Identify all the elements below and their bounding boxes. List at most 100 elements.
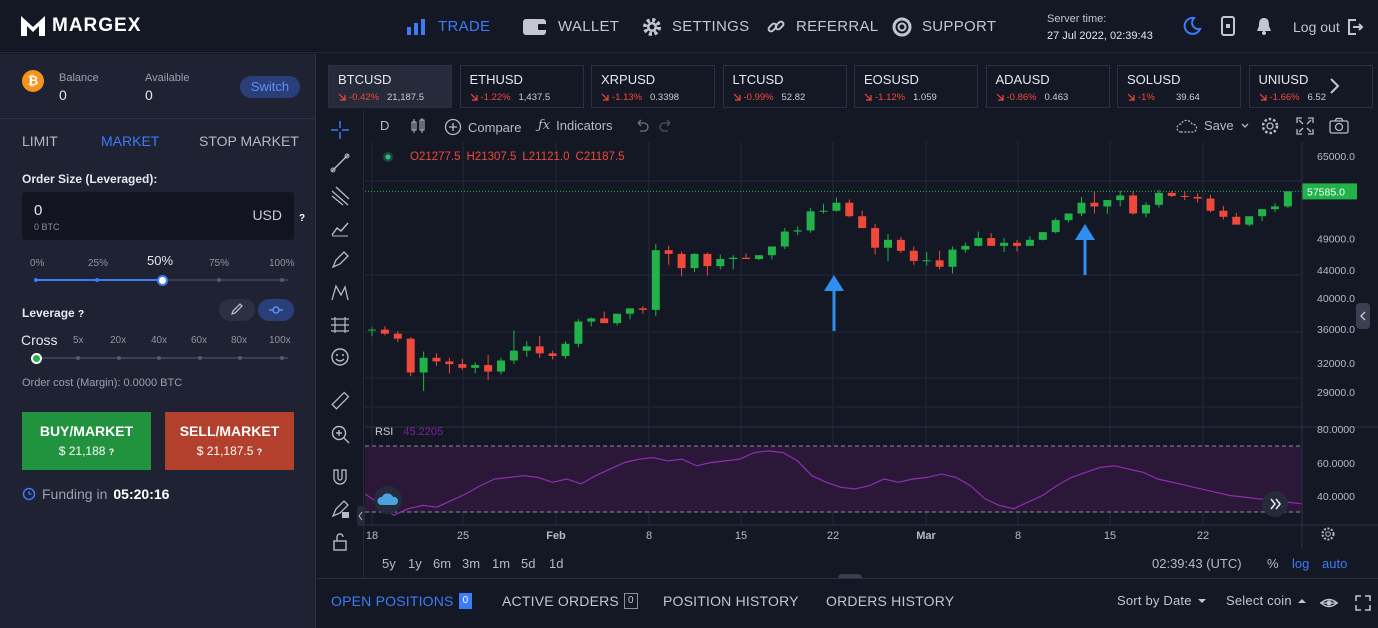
tab-limit[interactable]: LIMIT: [22, 133, 58, 149]
axis-settings-icon[interactable]: [1320, 526, 1336, 542]
undo-icon[interactable]: [634, 119, 650, 133]
settings-icon[interactable]: [1260, 116, 1280, 136]
tradingview-logo[interactable]: [374, 486, 402, 514]
hide-icon[interactable]: [1319, 595, 1339, 611]
trend-line-icon[interactable]: [329, 152, 351, 174]
magnet-icon[interactable]: [329, 466, 351, 488]
leverage-slider-button[interactable]: [258, 299, 294, 321]
moon-icon[interactable]: [1182, 16, 1202, 36]
leverage-tick-80x[interactable]: 80x: [231, 335, 247, 346]
range-6m[interactable]: 6m: [433, 556, 451, 571]
candle-body: [1142, 204, 1150, 214]
nav-referral[interactable]: REFERRAL: [766, 0, 878, 53]
tab-position-history[interactable]: POSITION HISTORY: [663, 593, 799, 609]
leverage-edit-button[interactable]: [219, 299, 255, 321]
range-5y[interactable]: 5y: [382, 556, 396, 571]
margex-logo[interactable]: MARGEX: [20, 14, 141, 38]
select-coin-dropdown[interactable]: Select coin: [1226, 593, 1307, 608]
indicators-button[interactable]: ƒx Indicators: [538, 118, 613, 133]
leverage-tick-5x[interactable]: 5x: [73, 335, 84, 346]
measure-icon[interactable]: [329, 314, 351, 336]
switch-button[interactable]: Switch: [240, 76, 300, 98]
order-size-currency[interactable]: USD: [252, 207, 282, 223]
expand-right-panel-button[interactable]: [1356, 303, 1370, 329]
ticker-solusd[interactable]: SOLUSD -1% 39.64: [1117, 65, 1241, 108]
candle-type-icon[interactable]: [410, 117, 426, 135]
compare-button[interactable]: Compare: [444, 118, 521, 136]
sell-help-icon[interactable]: ?: [257, 447, 263, 457]
range-1y[interactable]: 1y: [408, 556, 422, 571]
auto-toggle[interactable]: auto: [1322, 556, 1347, 571]
leverage-slider-track[interactable]: [36, 357, 288, 359]
pen-icon[interactable]: [329, 249, 351, 271]
lock-draw-icon[interactable]: [329, 498, 351, 520]
order-size-input[interactable]: 0 0 BTC USD: [22, 192, 294, 240]
ticker-symbol: ETHUSD: [469, 72, 523, 87]
nav-settings[interactable]: SETTINGS: [642, 0, 749, 53]
crosshair-icon[interactable]: [329, 119, 351, 141]
leverage-slider-handle[interactable]: [31, 353, 42, 364]
ticker-change: -0.99%: [733, 92, 774, 103]
bitcoin-icon[interactable]: ₿: [22, 70, 44, 92]
ticker-btcusd[interactable]: BTCUSD -0.42% 21,187.5: [328, 65, 452, 108]
percent-toggle[interactable]: %: [1267, 556, 1279, 571]
leverage-tick-40x[interactable]: 40x: [151, 335, 167, 346]
sell-market-button[interactable]: SELL/MARKET $ 21,187.5 ?: [165, 412, 294, 470]
leverage-tick-100x[interactable]: 100x: [269, 335, 291, 346]
leverage-cross-label[interactable]: Cross: [21, 332, 58, 348]
ticker-ltcusd[interactable]: LTCUSD -0.99% 52.82: [722, 65, 847, 108]
collapse-tools-icon[interactable]: [357, 506, 365, 526]
nav-trade[interactable]: TRADE: [406, 0, 490, 53]
price-chart[interactable]: 65000.0 49000.0 44000.0 40000.0 36000.0 32000…: [365, 142, 1378, 548]
ruler-icon[interactable]: [329, 390, 351, 412]
save-button[interactable]: Save: [1176, 118, 1250, 133]
ticker-uniusd[interactable]: UNIUSD -1.66% 6.52: [1248, 65, 1373, 108]
candle-body: [1180, 195, 1189, 197]
pattern-icon[interactable]: [329, 282, 351, 304]
interval-button[interactable]: D: [380, 118, 389, 133]
size-slider-handle[interactable]: [157, 275, 168, 286]
emoji-icon[interactable]: [329, 346, 351, 368]
leverage-tick-60x[interactable]: 60x: [191, 335, 207, 346]
redo-icon[interactable]: [658, 119, 674, 133]
range-5d[interactable]: 5d: [521, 556, 535, 571]
tab-market[interactable]: MARKET: [101, 133, 159, 149]
chevron-right-icon[interactable]: [1327, 76, 1341, 96]
tab-open-positions[interactable]: OPEN POSITIONS 0: [331, 593, 473, 609]
logout-button[interactable]: Log out: [1293, 18, 1364, 36]
ticker-xrpusd[interactable]: XRPUSD -1.13% 0.3398: [591, 65, 715, 108]
brush-icon[interactable]: [329, 217, 351, 239]
nav-support[interactable]: SUPPORT: [892, 0, 996, 53]
ticker-price: 39.64: [1176, 92, 1200, 103]
order-size-help-icon[interactable]: ?: [299, 213, 305, 224]
sort-dropdown[interactable]: Sort by Date: [1117, 593, 1207, 608]
expand-icon[interactable]: [1354, 594, 1372, 612]
tab-orders-history[interactable]: ORDERS HISTORY: [826, 593, 954, 609]
ticker-adausd[interactable]: ADAUSD -0.86% 0.463: [985, 65, 1110, 108]
buy-help-icon[interactable]: ?: [109, 447, 115, 457]
nav-wallet[interactable]: WALLET: [522, 0, 619, 53]
visibility-dot-icon[interactable]: [382, 151, 394, 163]
range-1m[interactable]: 1m: [492, 556, 510, 571]
camera-icon[interactable]: [1328, 116, 1350, 136]
mobile-icon[interactable]: [1220, 16, 1236, 36]
ticker-ethusd[interactable]: ETHUSD -1.22% 1,437.5: [459, 65, 584, 108]
fullscreen-icon[interactable]: [1295, 116, 1315, 136]
leverage-tick-20x[interactable]: 20x: [110, 335, 126, 346]
tab-active-orders[interactable]: ACTIVE ORDERS 0: [502, 593, 638, 609]
range-3m[interactable]: 3m: [462, 556, 480, 571]
scroll-to-latest-button[interactable]: [1262, 491, 1288, 517]
ticker-eosusd[interactable]: EOSUSD -1.12% 1.059: [854, 65, 978, 108]
range-1d[interactable]: 1d: [549, 556, 563, 571]
pitchfork-icon[interactable]: [329, 185, 351, 207]
time-tick-label: 22: [827, 530, 839, 542]
leverage-help-icon[interactable]: ?: [78, 309, 84, 320]
zoom-in-icon[interactable]: [329, 423, 351, 445]
lock-icon[interactable]: [329, 531, 351, 553]
buy-market-button[interactable]: BUY/MARKET $ 21,188 ?: [22, 412, 151, 470]
bell-icon[interactable]: [1255, 16, 1273, 36]
utc-clock[interactable]: 02:39:43 (UTC): [1152, 556, 1242, 571]
log-toggle[interactable]: log: [1292, 556, 1309, 571]
tab-stop-market[interactable]: STOP MARKET: [199, 133, 299, 149]
candle-body: [716, 259, 725, 267]
